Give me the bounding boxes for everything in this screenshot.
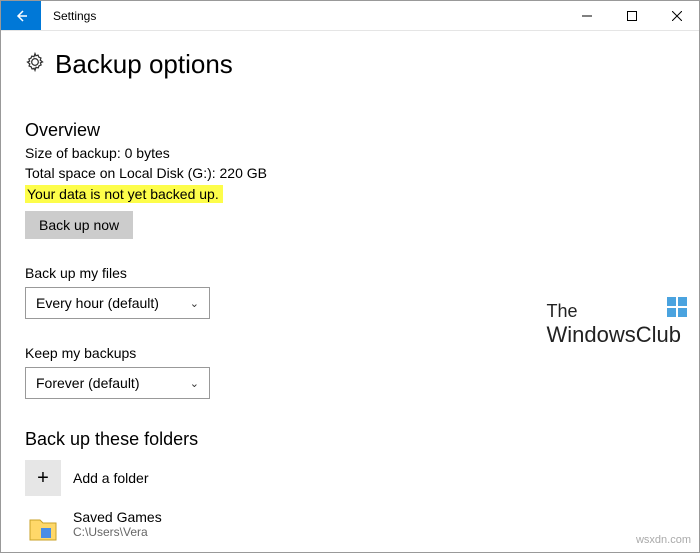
- watermark-line2: WindowsClub: [547, 322, 682, 348]
- chevron-down-icon: ⌄: [190, 377, 199, 390]
- overview-heading: Overview: [25, 120, 675, 141]
- chevron-down-icon: ⌄: [190, 297, 199, 310]
- close-icon: [672, 11, 682, 21]
- add-folder-label: Add a folder: [73, 470, 149, 486]
- maximize-icon: [627, 11, 637, 21]
- frequency-value: Every hour (default): [36, 295, 159, 311]
- folders-heading: Back up these folders: [25, 429, 675, 450]
- backup-size: Size of backup: 0 bytes: [25, 145, 675, 161]
- plus-icon: +: [25, 460, 61, 496]
- close-button[interactable]: [654, 1, 699, 30]
- watermark-line1: The: [547, 301, 682, 322]
- keep-value: Forever (default): [36, 375, 139, 391]
- watermark: The WindowsClub: [547, 301, 682, 348]
- frequency-label: Back up my files: [25, 265, 675, 281]
- window-title: Settings: [41, 1, 564, 30]
- saved-games-row[interactable]: Saved Games C:\Users\Vera: [25, 506, 675, 542]
- frequency-dropdown[interactable]: Every hour (default) ⌄: [25, 287, 210, 319]
- back-button[interactable]: [1, 1, 41, 30]
- back-arrow-icon: [13, 8, 29, 24]
- attribution: wsxdn.com: [636, 534, 691, 546]
- backup-status: Your data is not yet backed up.: [25, 185, 223, 203]
- page-heading-row: Backup options: [25, 49, 675, 80]
- folder-icon: [25, 506, 61, 542]
- minimize-button[interactable]: [564, 1, 609, 30]
- backup-now-button[interactable]: Back up now: [25, 211, 133, 239]
- saved-games-name: Saved Games: [73, 509, 162, 525]
- minimize-icon: [582, 11, 592, 21]
- page-title: Backup options: [55, 49, 233, 80]
- keep-dropdown[interactable]: Forever (default) ⌄: [25, 367, 210, 399]
- saved-games-path: C:\Users\Vera: [73, 525, 162, 539]
- content-area: Backup options Overview Size of backup: …: [1, 49, 699, 542]
- backup-status-highlight: Your data is not yet backed up.: [25, 181, 675, 203]
- titlebar: Settings: [1, 1, 699, 31]
- window-controls: [564, 1, 699, 30]
- gear-icon: [25, 52, 45, 77]
- add-folder-row[interactable]: + Add a folder: [25, 460, 675, 496]
- total-space: Total space on Local Disk (G:): 220 GB: [25, 165, 675, 181]
- maximize-button[interactable]: [609, 1, 654, 30]
- windows-flag-icon: [667, 297, 687, 317]
